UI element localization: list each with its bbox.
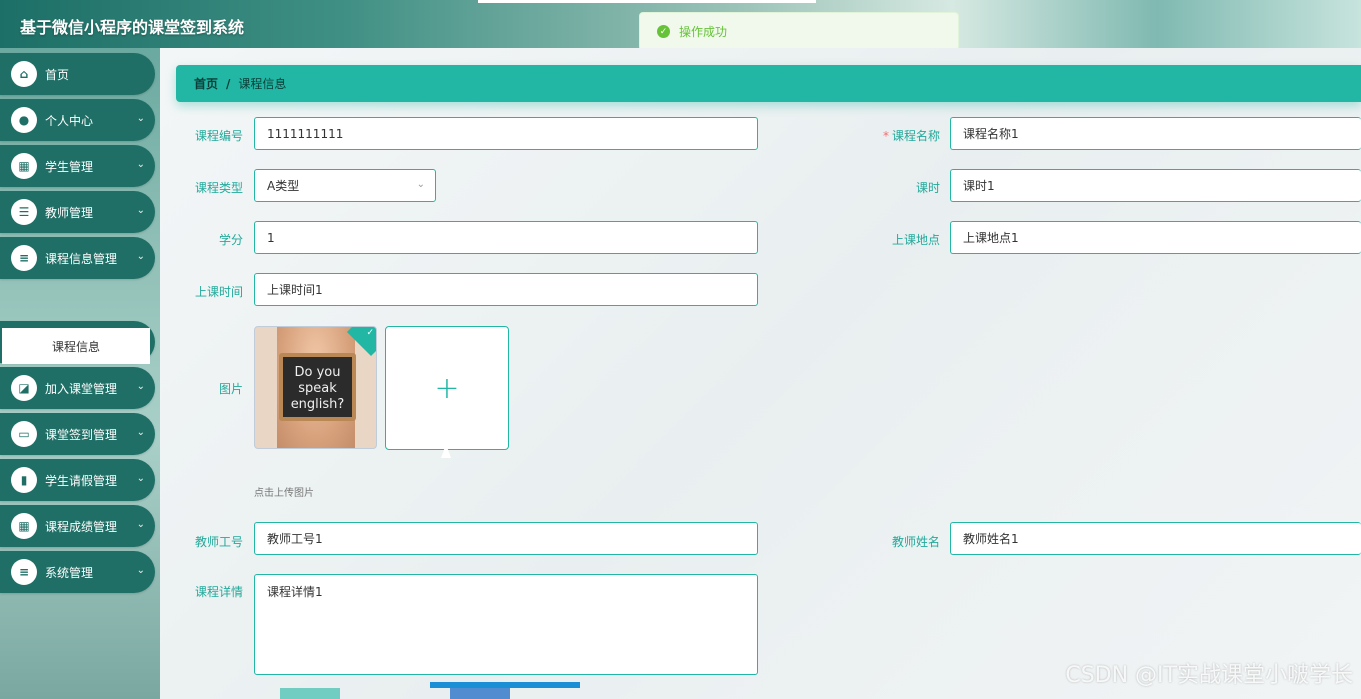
breadcrumb-separator: / (226, 76, 231, 91)
add-image-button[interactable]: + (385, 326, 509, 450)
sidebar-item-label: 首页 (45, 67, 70, 82)
sidebar-item-4[interactable]: ≡ 课程信息管理 ⌄ (0, 237, 155, 279)
chevron-down-icon: ⌄ (136, 251, 145, 262)
details-label: 课程详情 (194, 585, 243, 599)
chevron-down-icon: ⌄ (136, 113, 145, 124)
success-toast: ✓ 操作成功 (639, 12, 959, 51)
sidebar-item-label: 加入课堂管理 (45, 381, 118, 396)
image-label: 图片 (218, 382, 243, 396)
sidebar: ⌂首页●个人中心⌄▦学生管理⌄☰教师管理⌄≡课程信息管理⌄▦课程类型管理⌄◪加入… (0, 48, 160, 699)
decorative-illustration (280, 682, 580, 699)
course-name-label: * 课程名称 (882, 129, 940, 143)
success-check-icon: ✓ (657, 25, 670, 38)
hours-input[interactable]: 课时1 (950, 169, 1361, 202)
book-icon: ▮ (11, 467, 37, 493)
grid-icon: ▦ (11, 513, 37, 539)
chevron-down-icon: ⌄ (136, 159, 145, 170)
watermark: CSDN @IT实战课堂小啵学长 (1065, 663, 1353, 688)
list-icon: ☰ (11, 199, 37, 225)
sidebar-item-label: 学生请假管理 (45, 473, 118, 488)
sidebar-subitem-course-info[interactable]: 课程信息 (2, 328, 150, 364)
menu-icon: ≡ (11, 559, 37, 585)
course-no-label: 课程编号 (194, 129, 243, 143)
details-textarea[interactable]: 课程详情1 (254, 574, 758, 675)
course-name-input[interactable]: 课程名称1 (950, 117, 1361, 150)
teacher-name-input[interactable]: 教师姓名1 (950, 522, 1361, 555)
home-icon: ⌂ (11, 61, 37, 87)
sidebar-item-0[interactable]: ⌂ 首页 (0, 53, 155, 95)
teacher-name-label: 教师姓名 (891, 535, 940, 549)
sidebar-item-label: 系统管理 (45, 565, 94, 580)
monitor-icon: ▭ (11, 421, 37, 447)
location-label: 上课地点 (891, 233, 940, 247)
chevron-down-icon: ⌄ (136, 519, 145, 530)
sidebar-item-label: 个人中心 (45, 113, 94, 128)
sidebar-item-8[interactable]: ▮ 学生请假管理 ⌄ (0, 459, 155, 501)
sidebar-item-6[interactable]: ◪ 加入课堂管理 ⌄ (0, 367, 155, 409)
sidebar-item-3[interactable]: ☰ 教师管理 ⌄ (0, 191, 155, 233)
course-type-select[interactable]: A类型 ⌄ (254, 169, 436, 202)
chart-icon: ◪ (11, 375, 37, 401)
chevron-down-icon: ⌄ (136, 427, 145, 438)
time-input[interactable]: 上课时间1 (254, 273, 758, 306)
upload-hint: 点击上传图片 (254, 488, 314, 499)
time-label: 上课时间 (194, 285, 243, 299)
toast-message: 操作成功 (679, 25, 728, 39)
top-highlight-bar (478, 0, 816, 3)
main-content: 首页 / 课程信息 课程编号 1111111111 * 课程名称 课程名称1 课程… (160, 48, 1361, 699)
chevron-down-icon: ⌄ (416, 179, 425, 190)
breadcrumb: 首页 / 课程信息 (176, 65, 1361, 102)
uploaded-image-thumbnail[interactable]: Do you speak english? ✓ (254, 326, 377, 449)
grid-icon: ▦ (11, 153, 37, 179)
sidebar-item-1[interactable]: ● 个人中心 ⌄ (0, 99, 155, 141)
credit-label: 学分 (218, 233, 243, 247)
chevron-down-icon: ⌄ (136, 205, 145, 216)
breadcrumb-current: 课程信息 (238, 77, 287, 91)
sidebar-item-7[interactable]: ▭ 课堂签到管理 ⌄ (0, 413, 155, 455)
course-type-label: 课程类型 (194, 181, 243, 195)
sidebar-item-2[interactable]: ▦ 学生管理 ⌄ (0, 145, 155, 187)
hours-label: 课时 (915, 181, 940, 195)
check-icon: ✓ (366, 328, 374, 338)
teacher-no-label: 教师工号 (194, 535, 243, 549)
sidebar-item-label: 课程成绩管理 (45, 519, 118, 534)
app-title: 基于微信小程序的课堂签到系统 (20, 18, 245, 37)
mouse-cursor (441, 444, 451, 458)
teacher-no-input[interactable]: 教师工号1 (254, 522, 758, 555)
chevron-down-icon: ⌄ (136, 473, 145, 484)
thumbnail-sign-text: Do you speak english? (279, 353, 356, 421)
sidebar-item-label: 课程信息管理 (45, 251, 118, 266)
chevron-down-icon: ⌄ (136, 381, 145, 392)
credit-input[interactable]: 1 (254, 221, 758, 254)
course-no-input[interactable]: 1111111111 (254, 117, 758, 150)
plus-icon: + (434, 370, 460, 406)
sidebar-item-10[interactable]: ≡ 系统管理 ⌄ (0, 551, 155, 593)
sliders-icon: ≡ (11, 245, 37, 271)
sidebar-item-label: 学生管理 (45, 159, 94, 174)
sidebar-item-9[interactable]: ▦ 课程成绩管理 ⌄ (0, 505, 155, 547)
sidebar-item-label: 课堂签到管理 (45, 427, 118, 442)
location-input[interactable]: 上课地点1 (950, 221, 1361, 254)
chevron-down-icon: ⌄ (136, 565, 145, 576)
sidebar-item-label: 教师管理 (45, 205, 94, 220)
breadcrumb-home[interactable]: 首页 (194, 75, 218, 92)
user-icon: ● (11, 107, 37, 133)
